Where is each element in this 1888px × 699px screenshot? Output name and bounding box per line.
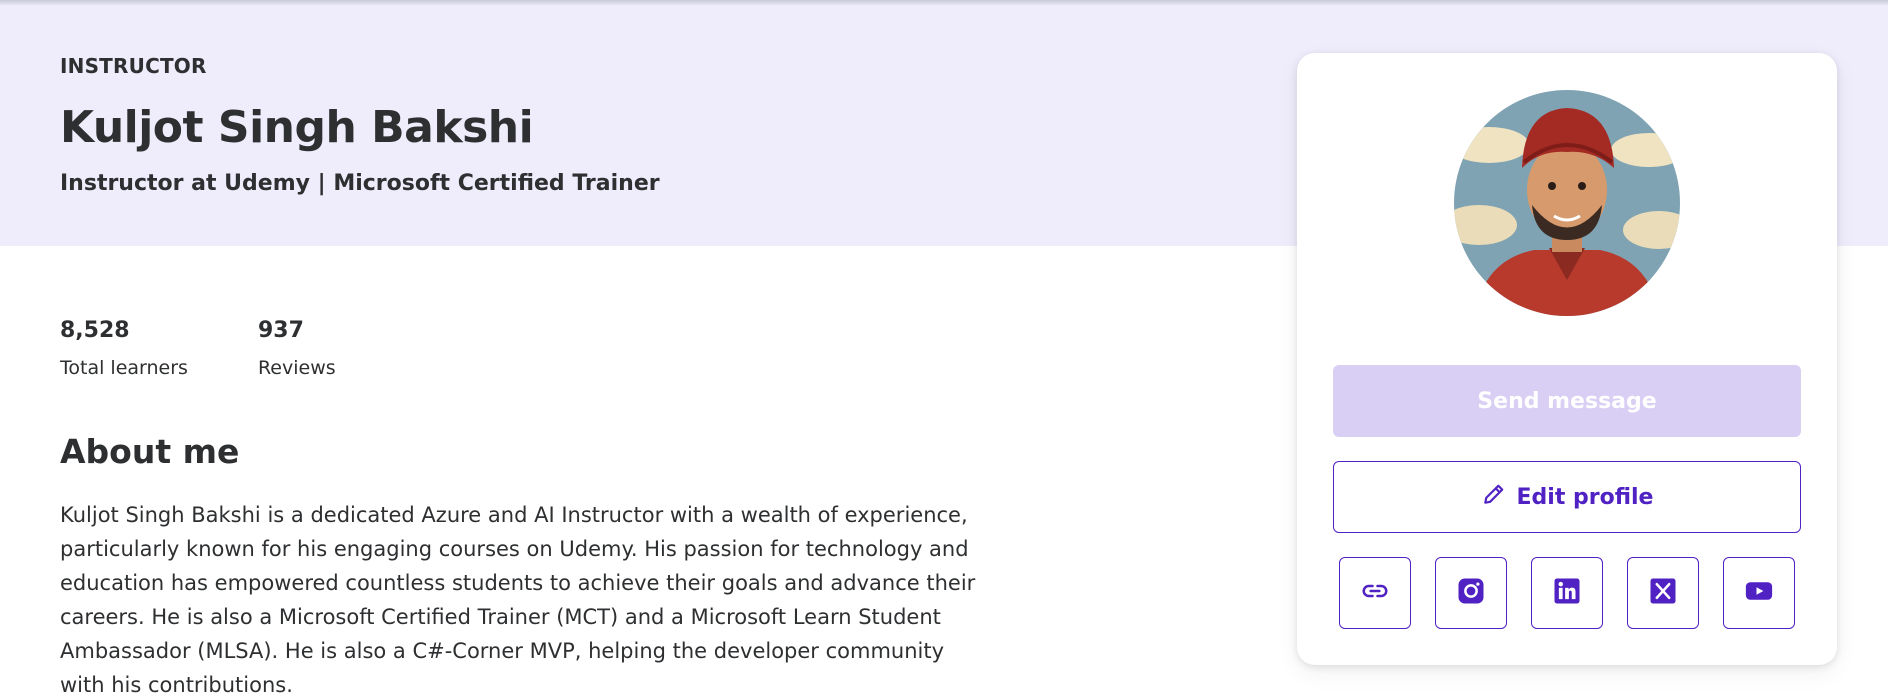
stat-label: Reviews <box>257 357 336 379</box>
instructor-name: Kuljot Singh Bakshi <box>60 102 534 153</box>
youtube-icon <box>1744 576 1774 610</box>
instagram-icon <box>1456 576 1486 610</box>
edit-profile-button[interactable]: Edit profile <box>1333 461 1801 533</box>
header-shadow <box>0 0 1888 6</box>
linkedin-icon <box>1552 576 1582 610</box>
stat-value: 8,528 <box>60 318 130 343</box>
link-icon <box>1360 576 1390 610</box>
edit-profile-label: Edit profile <box>1516 484 1654 510</box>
stat-value: 937 <box>257 318 304 343</box>
role-label: INSTRUCTOR <box>60 54 207 78</box>
social-links <box>1339 557 1795 629</box>
about-heading: About me <box>60 432 240 471</box>
instagram-link-button[interactable] <box>1435 557 1507 629</box>
stat-total-learners: 8,528 Total learners <box>60 318 188 379</box>
stat-label: Total learners <box>60 357 188 379</box>
about-text: Kuljot Singh Bakshi is a dedicated Azure… <box>60 503 976 697</box>
x-icon <box>1648 576 1678 610</box>
send-message-button[interactable]: Send message <box>1333 365 1801 437</box>
send-message-label: Send message <box>1477 388 1657 414</box>
youtube-link-button[interactable] <box>1723 557 1795 629</box>
linkedin-link-button[interactable] <box>1531 557 1603 629</box>
stats-row: 8,528 Total learners 937 Reviews <box>60 318 336 379</box>
x-link-button[interactable] <box>1627 557 1699 629</box>
website-link-button[interactable] <box>1339 557 1411 629</box>
avatar <box>1454 90 1680 316</box>
pencil-icon <box>1481 481 1507 513</box>
profile-card: Send message Edit profile <box>1297 53 1837 665</box>
stat-reviews: 937 Reviews <box>258 318 336 379</box>
instructor-headline: Instructor at Udemy | Microsoft Certifie… <box>60 171 660 196</box>
